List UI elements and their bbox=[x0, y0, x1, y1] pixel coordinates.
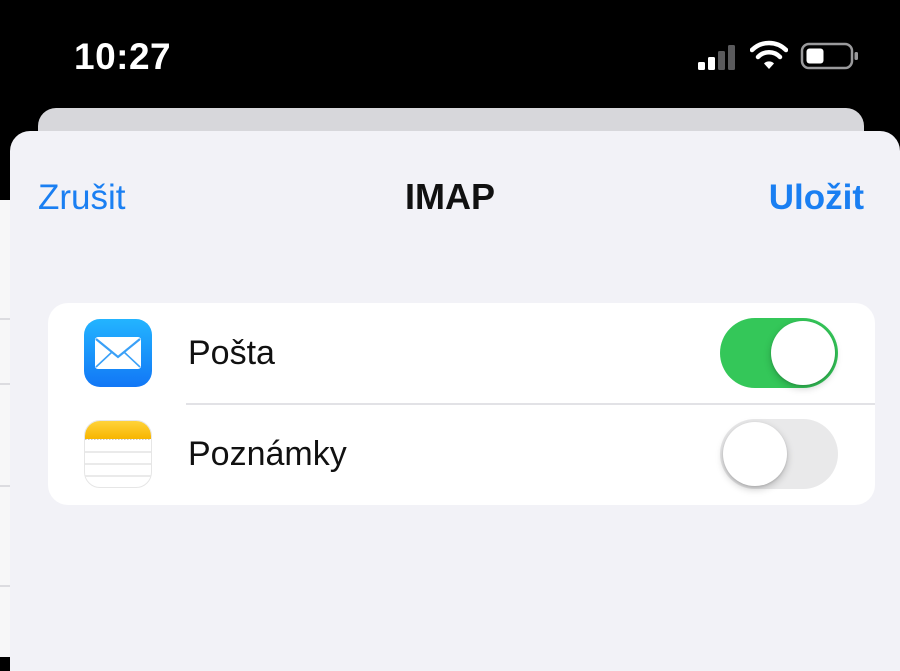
list-item-mail[interactable]: Pošta bbox=[48, 303, 875, 405]
imap-settings-sheet: Zrušit IMAP Uložit Pošta Poznámky bbox=[10, 131, 900, 671]
list-item-notes[interactable]: Poznámky bbox=[48, 404, 875, 505]
cellular-signal-icon bbox=[698, 45, 735, 70]
mail-app-icon bbox=[84, 319, 152, 387]
status-bar: 10:27 bbox=[0, 0, 900, 110]
mail-label: Pošta bbox=[188, 334, 275, 372]
notepad-icon bbox=[85, 421, 151, 477]
notes-label: Poznámky bbox=[188, 435, 347, 473]
toggle-knob bbox=[723, 422, 787, 486]
notes-toggle[interactable] bbox=[720, 419, 838, 489]
notes-app-icon bbox=[84, 420, 152, 488]
envelope-icon bbox=[95, 337, 141, 369]
battery-icon bbox=[800, 42, 858, 70]
apps-settings-list: Pošta Poznámky bbox=[48, 303, 875, 505]
status-time: 10:27 bbox=[74, 36, 172, 77]
page-title: IMAP bbox=[405, 176, 495, 217]
toggle-knob bbox=[771, 321, 835, 385]
save-button[interactable]: Uložit bbox=[769, 177, 864, 219]
wifi-icon bbox=[750, 40, 788, 69]
mail-toggle[interactable] bbox=[720, 318, 838, 388]
